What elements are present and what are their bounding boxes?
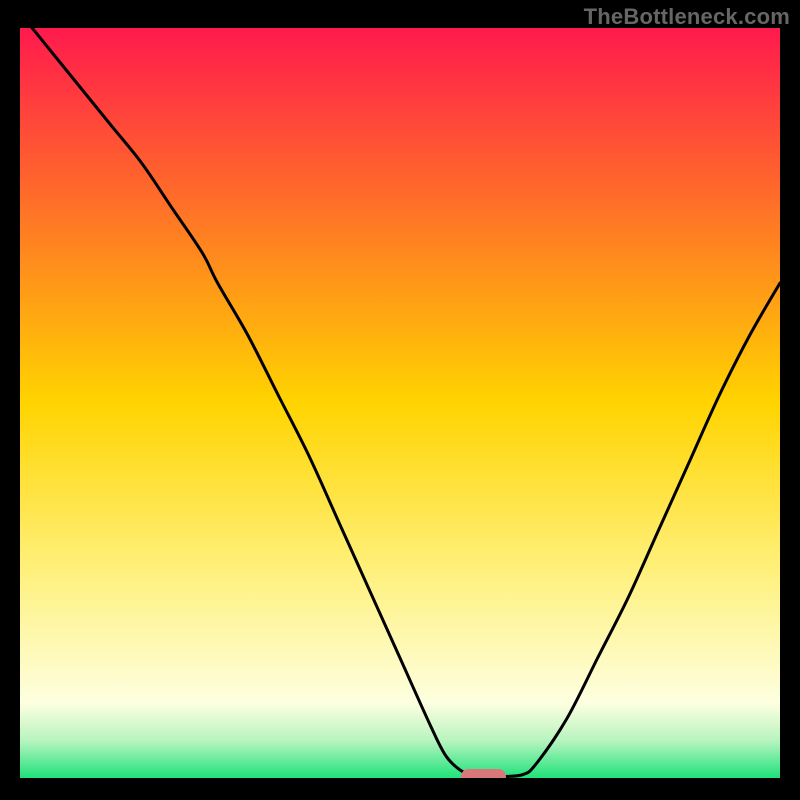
- optimal-range-marker: [461, 769, 507, 778]
- chart-svg: [20, 28, 780, 778]
- watermark-text: TheBottleneck.com: [584, 4, 790, 30]
- chart-frame: TheBottleneck.com: [0, 0, 800, 800]
- gradient-background: [20, 28, 780, 778]
- plot-area: [20, 28, 780, 778]
